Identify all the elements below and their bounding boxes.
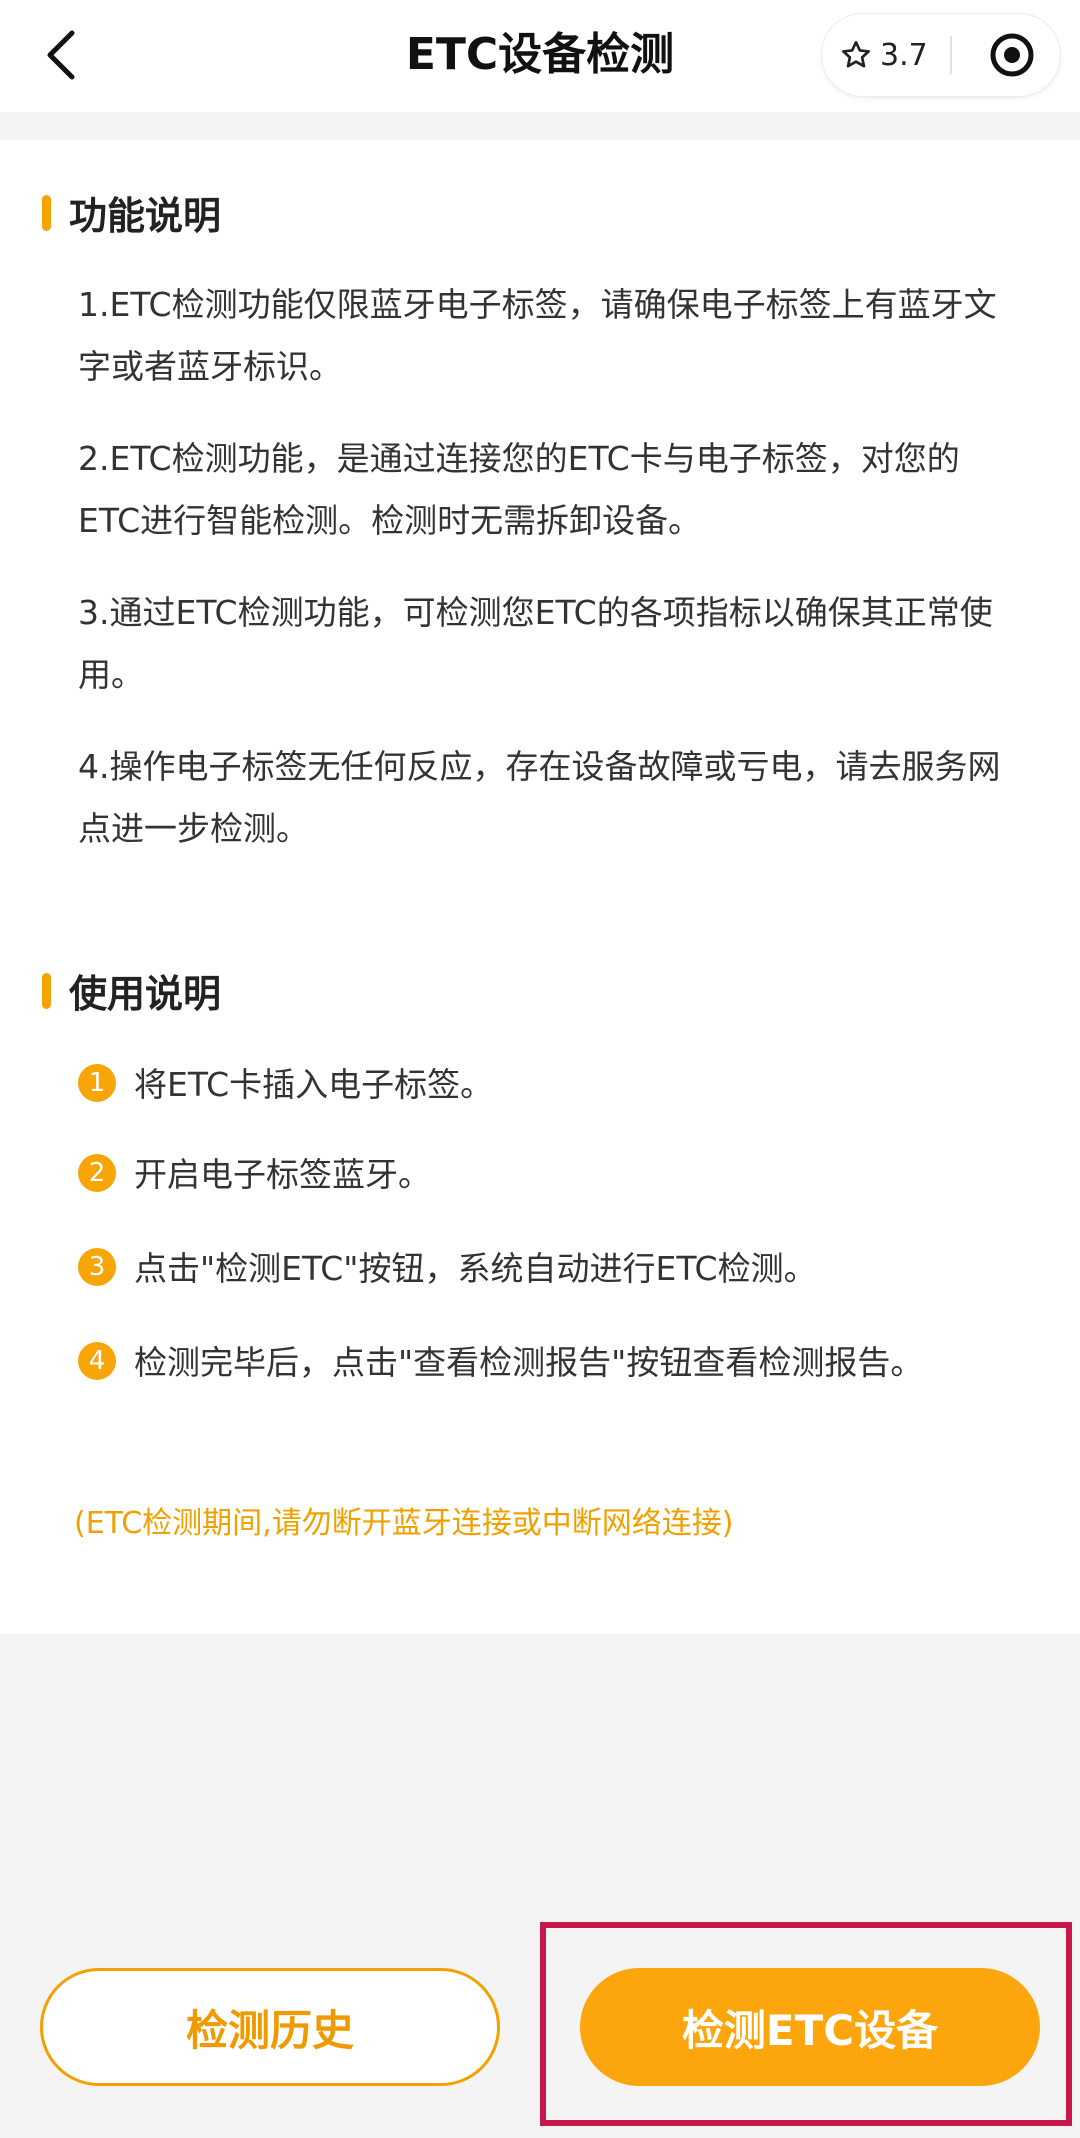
- function-section-title: 功能说明: [42, 185, 221, 240]
- usage-section-title: 使用说明: [42, 963, 221, 1018]
- section-accent-bar: [42, 972, 51, 1009]
- usage-step-2: 2 开启电子标签蓝牙。: [78, 1144, 1018, 1206]
- section-title-text: 使用说明: [69, 972, 222, 1016]
- function-paragraph-4: 4.操作电子标签无任何反应，存在设备故障或亏电，请去服务网点进一步检测。: [78, 747, 1001, 848]
- function-paragraph-1: 1.ETC检测功能仅限蓝牙电子标签，请确保电子标签上有蓝牙文字或者蓝牙标识。: [78, 285, 997, 386]
- capsule-divider: [950, 36, 952, 74]
- star-outline-icon: [842, 41, 870, 68]
- section-accent-bar: [42, 194, 51, 231]
- section-title-text: 功能说明: [69, 194, 222, 238]
- step-text: 点击"检测ETC"按钮，系统自动进行ETC检测。: [134, 1249, 817, 1288]
- rating-button[interactable]: 3.7: [840, 14, 928, 96]
- step-text: 开启电子标签蓝牙。: [134, 1155, 431, 1194]
- target-circle-icon: [990, 33, 1034, 77]
- rating-value: 3.7: [880, 37, 928, 73]
- detect-etc-device-button[interactable]: 检测ETC设备: [580, 1968, 1040, 2086]
- usage-step-1: 1 将ETC卡插入电子标签。: [78, 1054, 1018, 1116]
- usage-step-4: 4 检测完毕后，点击"查看检测报告"按钮查看检测报告。: [78, 1332, 1018, 1394]
- detect-history-button[interactable]: 检测历史: [40, 1968, 500, 2086]
- step-text: 检测完毕后，点击"查看检测报告"按钮查看检测报告。: [134, 1343, 924, 1382]
- step-text: 将ETC卡插入电子标签。: [134, 1065, 494, 1104]
- content-card: 功能说明 1.ETC检测功能仅限蓝牙电子标签，请确保电子标签上有蓝牙文字或者蓝牙…: [0, 140, 1080, 1634]
- step-number-badge: 4: [78, 1342, 116, 1380]
- usage-step-3: 3 点击"检测ETC"按钮，系统自动进行ETC检测。: [78, 1238, 1018, 1300]
- step-number-badge: 1: [78, 1064, 116, 1102]
- target-button[interactable]: [972, 14, 1052, 96]
- nav-header: ETC设备检测 3.7: [0, 0, 1080, 112]
- function-paragraph-2: 2.ETC检测功能，是通过连接您的ETC卡与电子标签，对您的ETC进行智能检测。…: [78, 439, 960, 540]
- step-number-badge: 3: [78, 1248, 116, 1286]
- function-paragraph-3: 3.通过ETC检测功能，可检测您ETC的各项指标以确保其正常使用。: [78, 593, 993, 694]
- step-number-badge: 2: [78, 1154, 116, 1192]
- miniprogram-capsule: 3.7: [822, 14, 1060, 96]
- detection-note: (ETC检测期间,请勿断开蓝牙连接或中断网络连接): [74, 1506, 734, 1541]
